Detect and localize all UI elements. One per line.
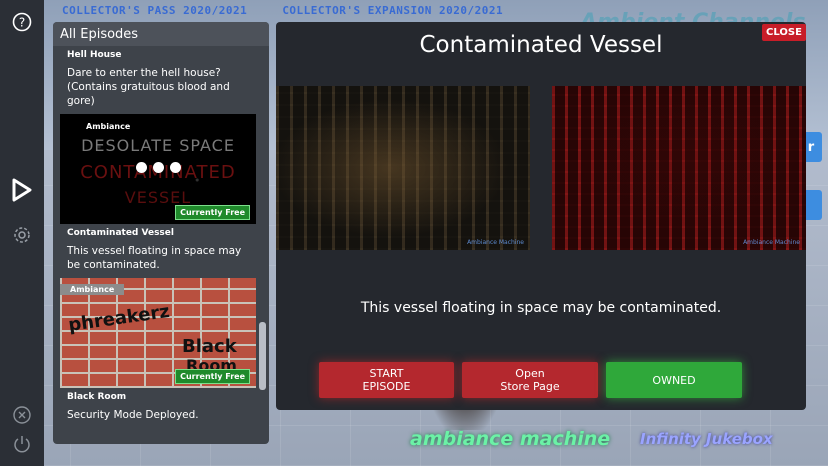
infinity-jukebox-logo: Infinity Jukebox xyxy=(640,430,773,448)
open-store-page-button[interactable]: Open Store Page xyxy=(462,362,598,398)
free-badge: Currently Free xyxy=(175,369,250,384)
list-scrollbar[interactable] xyxy=(259,322,266,390)
episode-tag: Ambiance xyxy=(60,284,125,295)
thumb-line-1: DESOLATE SPACE xyxy=(81,136,235,155)
list-item[interactable]: Ambiance DESOLATE SPACE CONTAMINATED VES… xyxy=(60,114,256,272)
dialog-description: This vessel floating in space may be con… xyxy=(360,300,722,316)
ambiance-machine-logo: ambiance machine xyxy=(410,428,611,450)
episode-dialog: Contaminated Vessel CLOSE Ambiance Machi… xyxy=(276,22,806,410)
screenshot-watermark: Ambiance Machine xyxy=(467,239,524,246)
episode-title: Contaminated Vessel xyxy=(67,228,174,238)
episode-title: Black Room xyxy=(67,392,127,402)
episode-title: Hell House xyxy=(67,50,122,60)
close-icon[interactable] xyxy=(10,403,34,427)
play-icon[interactable] xyxy=(10,178,34,202)
list-item[interactable]: Hell House Dare to enter the hell house?… xyxy=(60,50,256,108)
episode-tag: Ambiance xyxy=(86,122,131,131)
episode-description: Security Mode Deployed. xyxy=(67,409,199,421)
free-badge: Currently Free xyxy=(175,205,250,220)
thumb-line-2: Black xyxy=(182,336,237,357)
left-rail: ? xyxy=(0,0,44,466)
episode-thumbnail[interactable]: Ambiance phreakerz Black Room Currently … xyxy=(60,278,256,388)
list-item[interactable]: Ambiance phreakerz Black Room Currently … xyxy=(60,278,256,422)
loading-dots-icon xyxy=(136,162,181,173)
screenshot-watermark: Ambiance Machine xyxy=(743,239,800,246)
power-icon[interactable] xyxy=(10,432,34,456)
gear-icon[interactable] xyxy=(10,223,34,247)
dialog-title: Contaminated Vessel xyxy=(419,32,663,58)
episode-description: This vessel floating in space may be con… xyxy=(67,245,242,271)
banner-expansion: COLLECTOR'S EXPANSION 2020/2021 xyxy=(282,4,504,17)
banner-pass: COLLECTOR'S PASS 2020/2021 xyxy=(62,4,248,17)
episode-screenshot-2[interactable]: Ambiance Machine xyxy=(552,86,806,250)
help-icon[interactable]: ? xyxy=(10,10,34,34)
episode-thumbnail[interactable]: Ambiance DESOLATE SPACE CONTAMINATED VES… xyxy=(60,114,256,224)
episode-screenshot-1[interactable]: Ambiance Machine xyxy=(276,86,530,250)
start-episode-button[interactable]: START EPISODE xyxy=(319,362,454,398)
episode-filter[interactable]: All Episodes xyxy=(53,22,269,46)
episode-list-panel: All Episodes Hell House Dare to enter th… xyxy=(53,22,269,444)
close-button[interactable]: CLOSE xyxy=(762,24,806,41)
svg-text:?: ? xyxy=(19,16,25,30)
owned-button[interactable]: OWNED xyxy=(606,362,742,398)
top-banner: COLLECTOR'S PASS 2020/2021 COLLECTOR'S E… xyxy=(62,4,531,17)
episode-description: Dare to enter the hell house? (Contains … xyxy=(67,67,230,107)
episode-list: Hell House Dare to enter the hell house?… xyxy=(60,46,256,422)
thumb-line-1: phreakerz xyxy=(67,301,171,336)
